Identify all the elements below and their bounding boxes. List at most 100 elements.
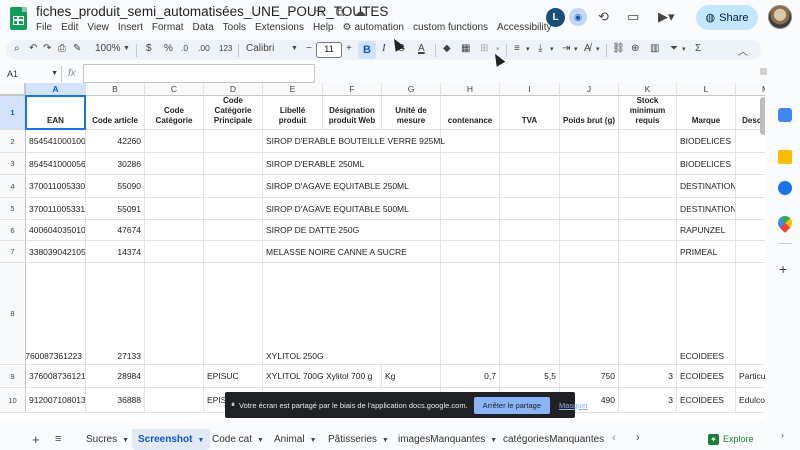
calendar-icon[interactable]: [778, 108, 792, 122]
cell-code-categorie-principale[interactable]: [204, 241, 263, 263]
stop-sharing-button[interactable]: Arrêter le partage: [473, 396, 551, 414]
cell-tva[interactable]: [500, 198, 560, 220]
decrease-decimal-button[interactable]: .0: [181, 43, 188, 53]
column-header-j[interactable]: J: [560, 83, 619, 96]
row-header-10[interactable]: 10: [0, 388, 26, 413]
header-cell[interactable]: Stock minimum requis: [619, 96, 677, 130]
cell-code-categorie-principale[interactable]: [204, 263, 263, 365]
cell-code-categorie[interactable]: [145, 241, 204, 263]
cell-description[interactable]: [736, 153, 765, 175]
cell-description[interactable]: [736, 220, 765, 241]
spreadsheet-grid[interactable]: ABCDEFGHIJKLM12345678910EANCode articleC…: [0, 83, 765, 420]
text-color-button[interactable]: A: [418, 43, 425, 54]
cell-description[interactable]: Particu: [736, 365, 765, 388]
cell-poids-brut[interactable]: [560, 263, 619, 365]
wrap-chevron-icon[interactable]: ▾: [574, 45, 578, 53]
cell-marque[interactable]: PRIMEAL: [677, 241, 736, 263]
text-rotation-icon[interactable]: A̸: [584, 43, 591, 54]
menu-custom-functions[interactable]: custom functions: [413, 22, 488, 33]
merge-cells-icon[interactable]: ⊞: [480, 43, 488, 54]
cell-tva[interactable]: [500, 175, 560, 198]
cell-stock-minimum[interactable]: [619, 153, 677, 175]
name-box[interactable]: A1 ▼: [4, 66, 58, 82]
cell-code-article[interactable]: 55091: [86, 198, 145, 220]
user-profile-avatar[interactable]: [768, 5, 792, 29]
cell-code-categorie[interactable]: [145, 130, 204, 153]
column-header-c[interactable]: C: [145, 83, 204, 96]
cell-contenance[interactable]: [441, 198, 500, 220]
menu-edit[interactable]: Edit: [61, 22, 78, 33]
fill-color-icon[interactable]: ◆: [443, 43, 451, 54]
cell-libelle-produit[interactable]: SIROP D'AGAVE EQUITABLE 500ML: [263, 198, 441, 220]
column-header-d[interactable]: D: [204, 83, 263, 96]
cell-ean[interactable]: 3760087361216: [26, 365, 86, 388]
cell-ean[interactable]: 8545410000568: [26, 153, 86, 175]
cell-code-categorie-principale[interactable]: [204, 153, 263, 175]
sheet-tab-chevron-icon[interactable]: ▼: [382, 437, 389, 444]
rotation-chevron-icon[interactable]: ▾: [596, 45, 600, 53]
history-icon[interactable]: ⟲: [598, 9, 609, 25]
row-header-4[interactable]: 4: [0, 175, 26, 198]
font-family-select[interactable]: Calibri: [246, 43, 274, 54]
menu-automation[interactable]: automation: [355, 22, 404, 33]
cell-tva[interactable]: [500, 153, 560, 175]
column-header-h[interactable]: H: [441, 83, 500, 96]
cell-marque[interactable]: ECOIDEES: [677, 263, 736, 365]
italic-button[interactable]: I: [382, 42, 386, 54]
vertical-scrollbar[interactable]: [760, 97, 765, 135]
cell-poids-brut[interactable]: [560, 220, 619, 241]
header-cell[interactable]: Code Catégorie: [145, 96, 204, 130]
cell-ean[interactable]: 3700110053305: [26, 175, 86, 198]
sheet-tab-chevron-icon[interactable]: ▼: [257, 437, 264, 444]
menu-tools[interactable]: Tools: [223, 22, 246, 33]
cell-description[interactable]: Edulco: [736, 388, 765, 413]
column-header-m[interactable]: M: [736, 83, 765, 96]
sheet-tab-chevron-icon[interactable]: ▼: [197, 437, 204, 444]
cloud-status-icon[interactable]: ☁: [353, 5, 367, 20]
cell-code-categorie-principale[interactable]: [204, 130, 263, 153]
row-header-6[interactable]: 6: [0, 220, 26, 241]
number-format-button[interactable]: 123: [219, 44, 232, 53]
cell-code-categorie[interactable]: [145, 388, 204, 413]
search-menus-icon[interactable]: ⌕: [14, 43, 20, 54]
font-size-input[interactable]: 11: [316, 42, 342, 58]
cell-libelle-produit[interactable]: MELASSE NOIRE CANNE A SUCRE: [263, 241, 441, 263]
zoom-select[interactable]: 100%: [95, 43, 121, 54]
filter-chevron-icon[interactable]: ▾: [682, 45, 686, 53]
cell-ean[interactable]: 8545410001000: [26, 130, 86, 153]
cell-libelle-produit[interactable]: SIROP D'ERABLE BOUTEILLE VERRE 925ML: [263, 130, 445, 153]
menu-data[interactable]: Data: [193, 22, 214, 33]
cell-contenance[interactable]: [441, 175, 500, 198]
cell-code-article[interactable]: 55090: [86, 175, 145, 198]
row-header-9[interactable]: 9: [0, 365, 26, 388]
collaborator-avatar[interactable]: L: [546, 8, 565, 27]
header-cell[interactable]: Poids brut (g): [560, 96, 619, 130]
cell-contenance[interactable]: [441, 241, 500, 263]
cell-tva[interactable]: [500, 263, 560, 365]
cell-code-article[interactable]: 27133: [86, 263, 145, 365]
column-header-l[interactable]: L: [677, 83, 736, 96]
cell-code-categorie[interactable]: [145, 153, 204, 175]
cell-unite-mesure[interactable]: Kg: [382, 365, 441, 388]
sheet-tab-chevron-icon[interactable]: ▼: [310, 437, 317, 444]
menu-view[interactable]: View: [87, 22, 109, 33]
cell-ean[interactable]: 3700110053312: [26, 198, 86, 220]
all-sheets-icon[interactable]: ≡: [55, 433, 61, 445]
horizontal-align-icon[interactable]: ≡: [514, 43, 520, 54]
menu-accessibility[interactable]: Accessibility: [497, 22, 551, 33]
filter-icon[interactable]: ⏷: [670, 43, 678, 54]
keep-icon[interactable]: [778, 150, 792, 164]
get-addons-icon[interactable]: +: [779, 261, 787, 277]
menu-file[interactable]: File: [36, 22, 52, 33]
cell-tva[interactable]: [500, 130, 560, 153]
comments-icon[interactable]: ▭: [627, 9, 639, 25]
cell-code-categorie[interactable]: [145, 263, 204, 365]
cell-poids-brut[interactable]: [560, 130, 619, 153]
cell-stock-minimum[interactable]: [619, 175, 677, 198]
cell-ean[interactable]: 3760087361223: [26, 263, 86, 365]
cell-code-categorie-principale[interactable]: EPISUC: [204, 365, 263, 388]
cell-code-categorie-principale[interactable]: [204, 220, 263, 241]
cell-description[interactable]: [736, 175, 765, 198]
cell-description[interactable]: [736, 241, 765, 263]
tasks-icon[interactable]: [778, 181, 792, 195]
